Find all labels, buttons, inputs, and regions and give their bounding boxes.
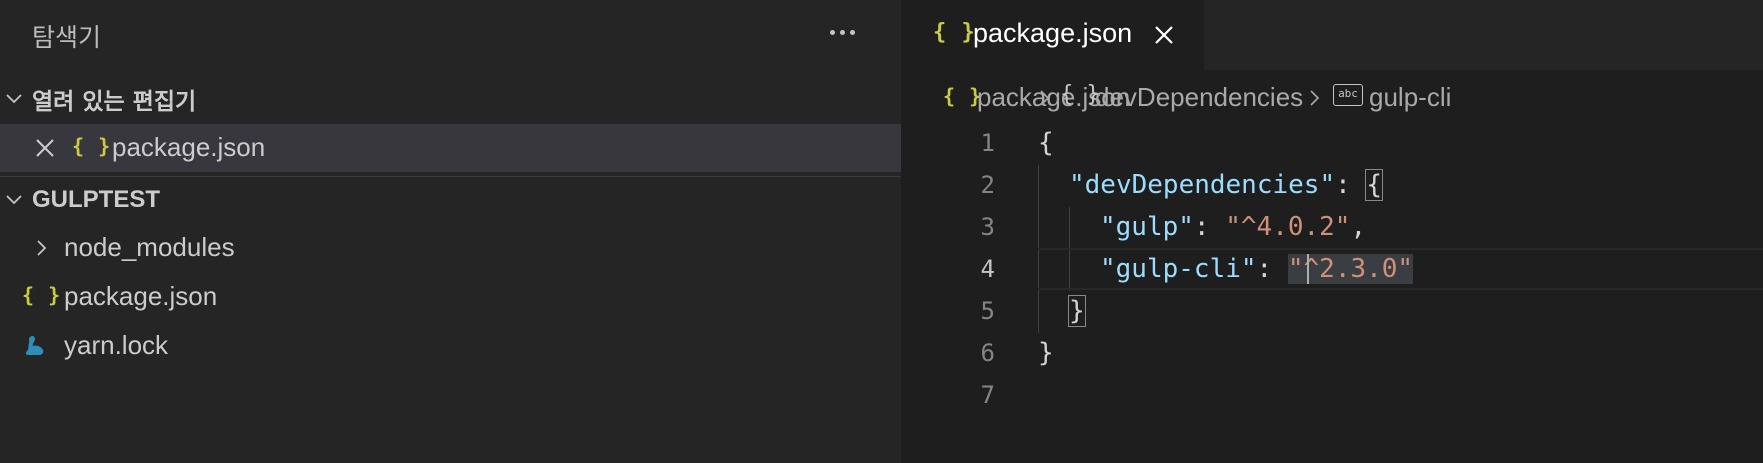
- close-icon[interactable]: [1153, 24, 1175, 46]
- json-colon: :: [1335, 170, 1367, 200]
- json-key: "gulp-cli": [1100, 254, 1257, 284]
- section-gulptest[interactable]: GULPTEST: [0, 176, 901, 222]
- tree-item-package-json[interactable]: { } package.json: [0, 273, 901, 321]
- breadcrumb: { } package.json { } devDependencies abc…: [901, 78, 1763, 120]
- chevron-right-icon: [37, 240, 47, 256]
- json-key: "devDependencies": [1069, 170, 1336, 200]
- json-string: "^4.0.2": [1225, 212, 1351, 242]
- bracket-match: }: [1068, 295, 1086, 327]
- bracket-match: {: [1365, 169, 1384, 201]
- chevron-down-icon: [6, 194, 22, 204]
- tab-bar: { } package.json: [901, 0, 1763, 70]
- explorer-sidebar: 탐색기 열려 있는 편집기 { } package.json GULPTEST …: [0, 0, 901, 463]
- json-comma: ,: [1350, 212, 1367, 242]
- code-line: 2 "devDependencies": {: [901, 164, 1763, 206]
- ellipsis-icon: [829, 29, 835, 35]
- string-icon: abc: [1333, 84, 1363, 106]
- text-cursor: [1307, 254, 1309, 284]
- chevron-right-icon: [1040, 90, 1050, 106]
- section-label: 열려 있는 편집기: [32, 89, 197, 115]
- json-key: "gulp": [1100, 212, 1194, 242]
- json-colon: :: [1256, 254, 1288, 284]
- tree-item-node-modules[interactable]: node_modules: [0, 224, 901, 272]
- breadcrumb-item[interactable]: gulp-cli: [1369, 82, 1451, 113]
- editor-area: { } package.json { } package.json { } de…: [901, 0, 1763, 463]
- chevron-right-icon: [1310, 90, 1320, 106]
- line-number: 4: [980, 255, 995, 283]
- line-number: 5: [980, 297, 995, 325]
- object-icon: { }: [1060, 82, 1100, 107]
- line-number: 6: [980, 339, 995, 367]
- tab-package-json[interactable]: { } package.json: [901, 0, 1204, 70]
- sidebar-header: 탐색기: [0, 0, 901, 66]
- tree-item-label: package.json: [64, 281, 218, 311]
- yarn-icon: [25, 335, 44, 355]
- code-line: 6 }: [901, 332, 1763, 374]
- breadcrumb-item[interactable]: devDependencies: [1095, 82, 1303, 113]
- line-number: 3: [980, 213, 995, 241]
- close-icon[interactable]: [34, 137, 56, 159]
- code-text: }: [1038, 338, 1054, 368]
- code-line: 3 "gulp": "^4.0.2",: [901, 206, 1763, 248]
- more-actions-button[interactable]: [822, 14, 862, 50]
- json-file-icon: { }: [933, 20, 976, 45]
- line-number: 2: [980, 171, 995, 199]
- code-line: 1 {: [901, 122, 1763, 164]
- code-text: {: [1038, 128, 1054, 158]
- section-label: GULPTEST: [32, 185, 161, 213]
- section-open-editors[interactable]: 열려 있는 편집기: [0, 76, 901, 122]
- tree-item-label: yarn.lock: [64, 330, 169, 360]
- json-file-icon: { }: [72, 134, 112, 158]
- open-editor-label: package.json: [112, 132, 266, 162]
- sidebar-title: 탐색기: [32, 23, 102, 52]
- tree-item-label: node_modules: [64, 232, 235, 262]
- tab-label: package.json: [973, 18, 1133, 48]
- json-colon: :: [1193, 212, 1226, 242]
- code-line-active: 4 "gulp-cli": "^2.3.0": [901, 248, 1763, 290]
- json-file-icon: { }: [22, 283, 62, 307]
- tree-item-yarn-lock[interactable]: yarn.lock: [0, 322, 901, 370]
- code-line: 7: [901, 374, 1763, 416]
- chevron-down-icon: [6, 94, 22, 104]
- code-line: 5 }: [901, 290, 1763, 332]
- line-number: 7: [980, 381, 995, 409]
- open-editor-item[interactable]: { } package.json: [0, 124, 901, 172]
- line-number: 1: [980, 129, 995, 157]
